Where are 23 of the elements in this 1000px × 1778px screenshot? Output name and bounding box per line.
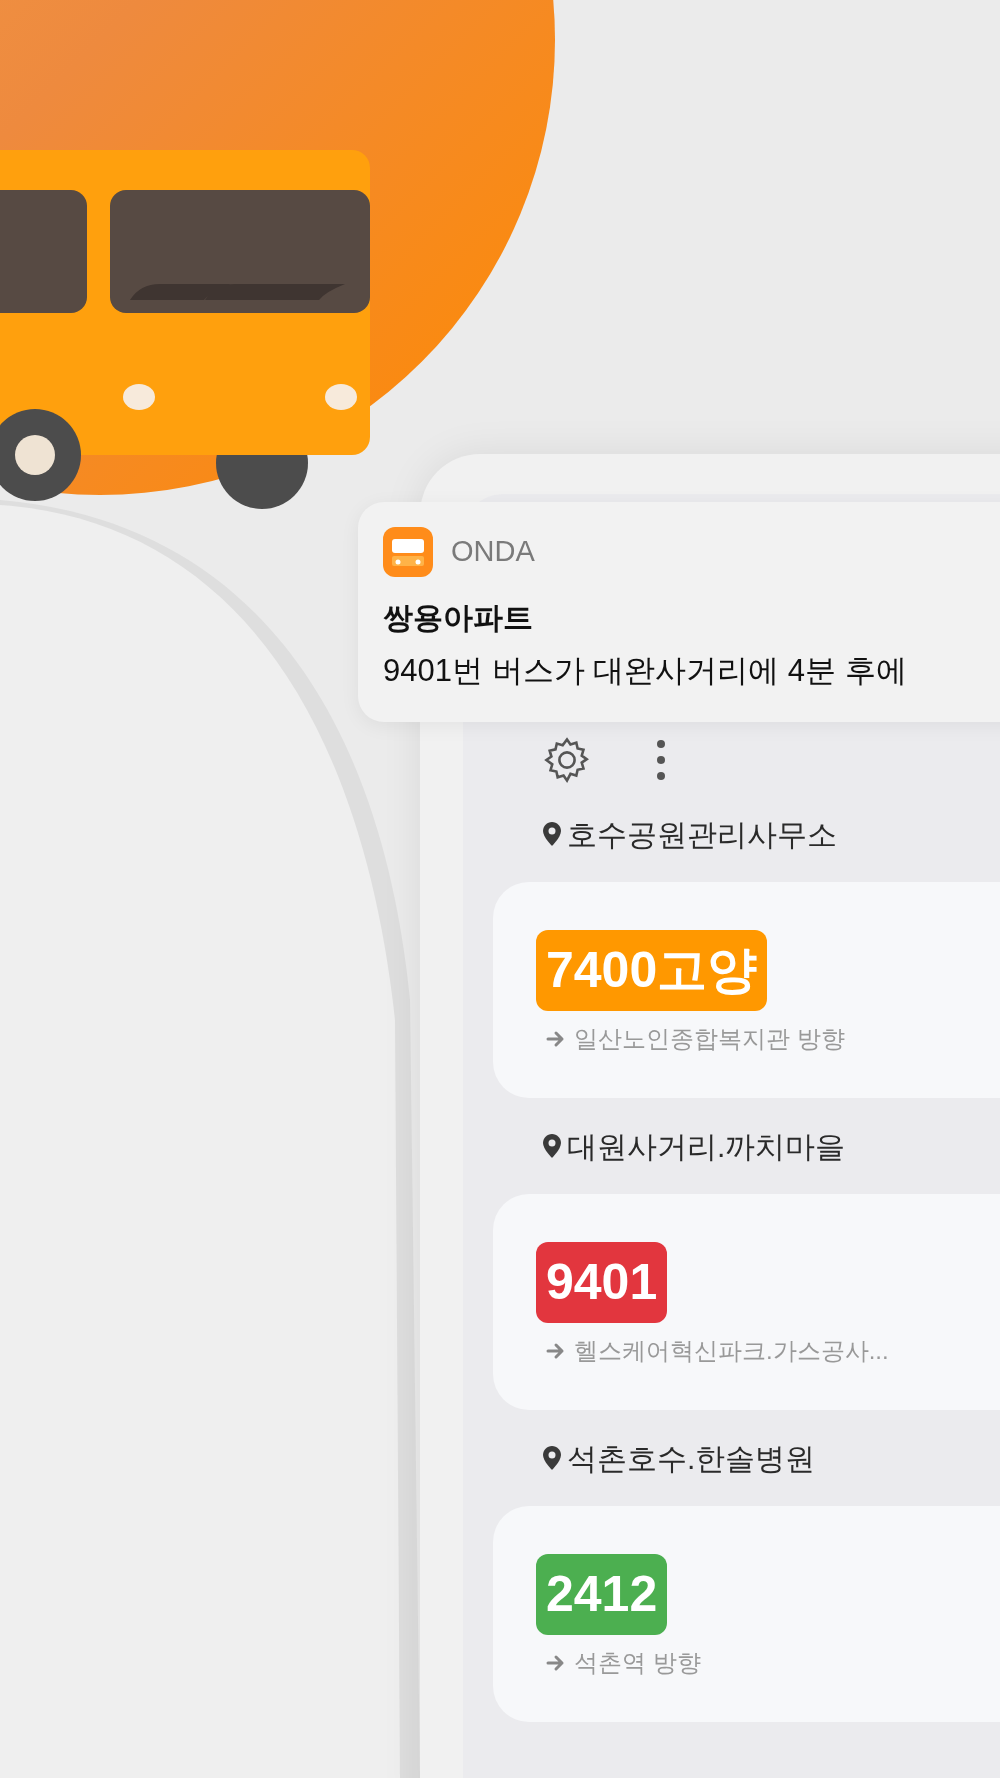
route-number: 2412 bbox=[536, 1554, 668, 1635]
route-number: 7400고양 bbox=[536, 930, 768, 1011]
arrow-right-icon bbox=[546, 1654, 566, 1672]
direction-label: 석촌역 방향 bbox=[574, 1648, 701, 1678]
map-pin-icon bbox=[543, 1446, 561, 1470]
route-number: 9401 bbox=[536, 1242, 668, 1323]
stop-name: 석촌호수.한솔병원 bbox=[567, 1440, 816, 1477]
stop-name: 대원사거리.까치마을 bbox=[567, 1128, 846, 1165]
bus-card[interactable]: 7400고양 일산노인종합복지관 방향 bbox=[493, 882, 1000, 1098]
app-icon bbox=[383, 527, 433, 577]
app-name: ONDA bbox=[451, 534, 535, 570]
map-pin-icon bbox=[543, 1134, 561, 1158]
direction-label: 일산노인종합복지관 방향 bbox=[574, 1024, 845, 1054]
bus-card[interactable]: 9401 헬스케어혁신파크.가스공사... bbox=[493, 1194, 1000, 1410]
arrow-right-icon bbox=[546, 1030, 566, 1048]
notification-message: 9401번 버스가 대완사거리에 4분 후에 bbox=[383, 652, 908, 690]
map-pin-icon bbox=[543, 822, 561, 846]
notification-banner[interactable]: ONDA 쌍용아파트 9401번 버스가 대완사거리에 4분 후에 bbox=[358, 502, 1000, 722]
arrow-right-icon bbox=[546, 1342, 566, 1360]
notification-title: 쌍용아파트 bbox=[383, 600, 534, 636]
stop-name: 호수공원관리사무소 bbox=[567, 816, 837, 853]
direction-label: 헬스케어혁신파크.가스공사... bbox=[574, 1336, 889, 1366]
bus-card[interactable]: 2412 석촌역 방향 bbox=[493, 1506, 1000, 1722]
